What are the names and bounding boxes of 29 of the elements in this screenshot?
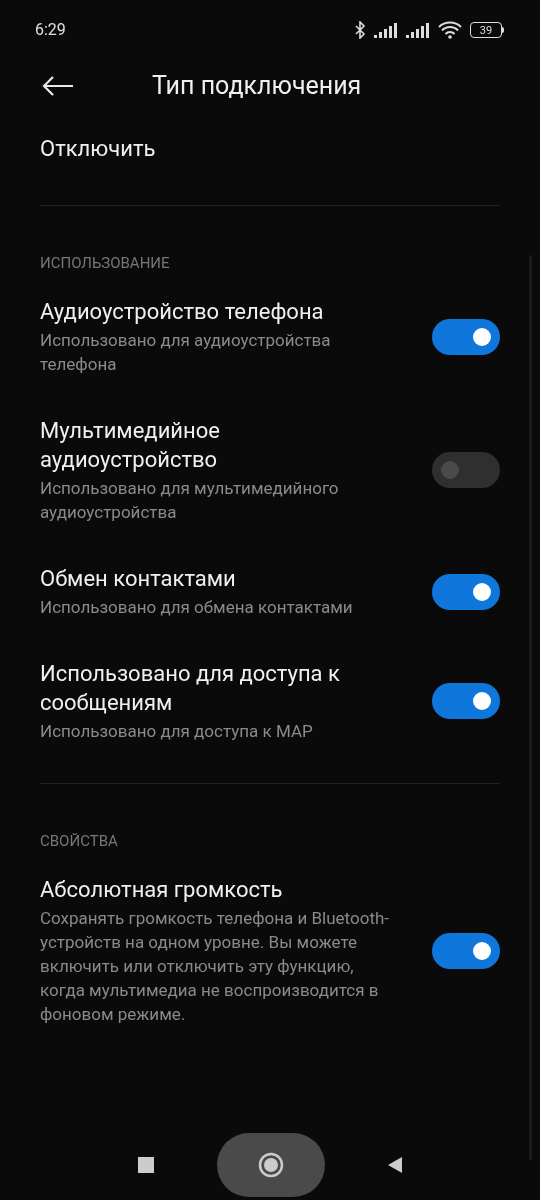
setting-description: Сохранять громкость телефона и Bluetooth-устройств на одном уровне. Вы можете включить или отключить эту функцию, когда мультимедиа не воспроизводится в фоновом режиме. bbox=[40, 907, 390, 1026]
section-header: СВОЙСТВА bbox=[40, 832, 118, 850]
back-icon[interactable] bbox=[387, 1156, 403, 1174]
recents-icon[interactable] bbox=[137, 1156, 155, 1174]
setting-title: Мультимедийное аудиоустройство bbox=[40, 417, 221, 474]
toggle-switch[interactable] bbox=[432, 573, 500, 610]
setting-description: Использовано для обмена контактами bbox=[40, 596, 354, 619]
wifi-icon bbox=[438, 21, 462, 39]
home-icon bbox=[258, 1152, 284, 1178]
back-arrow-icon[interactable] bbox=[42, 76, 74, 96]
toggle-switch[interactable] bbox=[432, 683, 500, 719]
setting-description: Использовано для аудиоустройства телефона bbox=[40, 329, 332, 376]
setting-title: Использовано для доступа к сообщениям bbox=[40, 660, 341, 717]
setting-title: Абсолютная громкость bbox=[40, 876, 284, 904]
disconnect-link[interactable]: Отключить bbox=[40, 136, 156, 161]
setting-title: Аудиоустройство телефона bbox=[40, 298, 325, 326]
page-title: Тип подключения bbox=[152, 70, 362, 103]
toggle-switch[interactable] bbox=[432, 932, 500, 969]
setting-description: Использовано для доступа к MAP bbox=[40, 720, 314, 743]
signal-icon bbox=[374, 22, 398, 38]
setting-title: Обмен контактами bbox=[40, 565, 237, 593]
setting-description: Использовано для мультимедийного аудиоустройства bbox=[40, 477, 340, 524]
bluetooth-icon bbox=[354, 21, 366, 39]
toggle-switch[interactable] bbox=[432, 318, 500, 355]
status-time: 6:29 bbox=[35, 19, 66, 41]
battery-icon: 39 bbox=[470, 22, 504, 38]
toggle-switch[interactable] bbox=[432, 452, 500, 488]
section-header: ИСПОЛЬЗОВАНИЕ bbox=[40, 254, 170, 272]
signal-icon bbox=[406, 22, 430, 38]
